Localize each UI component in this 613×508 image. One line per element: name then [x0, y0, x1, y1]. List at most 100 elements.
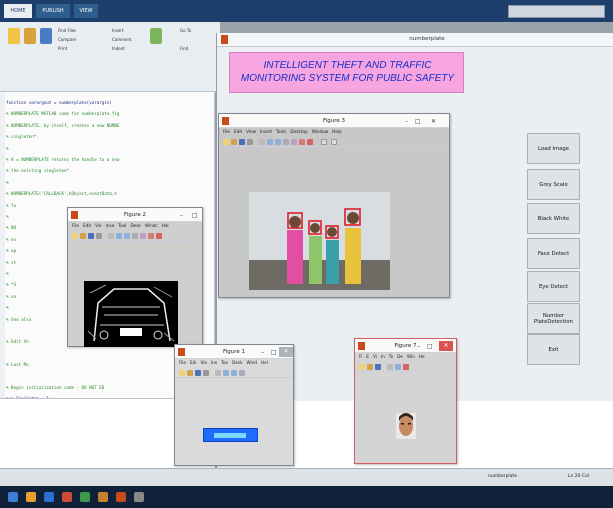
colorbar-icon[interactable]: [321, 139, 327, 145]
menu-help[interactable]: He: [419, 354, 425, 359]
menu-insert[interactable]: Ins: [211, 360, 217, 365]
maximize-icon[interactable]: □: [271, 349, 277, 356]
save-icon[interactable]: [88, 233, 94, 239]
app-icon[interactable]: [134, 492, 144, 502]
grey-scale-button[interactable]: Grey Scale: [527, 169, 580, 200]
save-icon[interactable]: [375, 364, 381, 370]
pointer-icon[interactable]: [215, 370, 221, 376]
store-icon[interactable]: [80, 492, 90, 502]
menu-tools[interactable]: Tools: [276, 129, 286, 134]
find-files-button[interactable]: Find Files: [58, 28, 76, 33]
print-button[interactable]: Print: [58, 46, 67, 51]
find-button[interactable]: Find: [180, 46, 188, 51]
menu-edit[interactable]: Edit: [234, 129, 242, 134]
menu-file[interactable]: File: [72, 223, 79, 228]
media-icon[interactable]: [62, 492, 72, 502]
pan-icon[interactable]: [132, 233, 138, 239]
menu-view[interactable]: Vi: [373, 354, 377, 359]
zoom-in-icon[interactable]: [116, 233, 122, 239]
tab-home[interactable]: HOME: [4, 4, 32, 18]
menu-file[interactable]: File: [223, 129, 230, 134]
open-icon[interactable]: [367, 364, 373, 370]
pointer-icon[interactable]: [387, 364, 393, 370]
indent-button[interactable]: Indent: [112, 46, 125, 51]
close-icon[interactable]: ✕: [431, 118, 436, 125]
menu-insert[interactable]: Inse: [106, 223, 115, 228]
menu-tools[interactable]: To: [389, 354, 393, 359]
face-detect-button[interactable]: Face Detect: [527, 238, 580, 269]
menu-insert[interactable]: In: [381, 354, 385, 359]
minimize-icon[interactable]: –: [405, 118, 408, 125]
rotate-icon[interactable]: [140, 233, 146, 239]
menu-desktop[interactable]: De: [397, 354, 403, 359]
menu-window[interactable]: Windc: [145, 223, 158, 228]
comment-button[interactable]: Comment: [112, 37, 132, 42]
black-white-button[interactable]: Black White: [527, 203, 580, 234]
maximize-icon[interactable]: □: [427, 343, 433, 350]
matlab-icon[interactable]: [116, 492, 126, 502]
search-documentation-input[interactable]: [508, 5, 605, 18]
menu-help[interactable]: Hel: [162, 223, 169, 228]
insert-button[interactable]: Insert: [112, 28, 123, 33]
menu-window[interactable]: Win: [407, 354, 415, 359]
print-icon[interactable]: [96, 233, 102, 239]
menu-desktop[interactable]: Desk: [130, 223, 140, 228]
maximize-icon[interactable]: □: [192, 212, 198, 219]
tab-view[interactable]: VIEW: [74, 4, 98, 18]
menu-window[interactable]: Wind: [246, 360, 257, 365]
new-figure-icon[interactable]: [72, 233, 78, 239]
brush-icon[interactable]: [156, 233, 162, 239]
number-plate-detection-button[interactable]: Number PlateDetection: [527, 303, 580, 334]
save-icon[interactable]: [195, 370, 201, 376]
menu-tools[interactable]: Tool: [118, 223, 126, 228]
open-file-icon[interactable]: [24, 28, 36, 44]
save-file-icon[interactable]: [40, 28, 52, 44]
brush-icon[interactable]: [307, 139, 313, 145]
run-icon[interactable]: [150, 28, 162, 44]
folder-icon[interactable]: [98, 492, 108, 502]
print-icon[interactable]: [247, 139, 253, 145]
menu-view[interactable]: Vie: [95, 223, 102, 228]
save-icon[interactable]: [239, 139, 245, 145]
compare-button[interactable]: Compare: [58, 37, 76, 42]
close-icon[interactable]: ✕: [439, 341, 453, 351]
menu-view[interactable]: View: [246, 129, 256, 134]
maximize-icon[interactable]: □: [415, 118, 421, 125]
menu-file[interactable]: File: [179, 360, 186, 365]
menu-file[interactable]: Fi: [359, 354, 362, 359]
menu-view[interactable]: Vie: [200, 360, 207, 365]
open-icon[interactable]: [231, 139, 237, 145]
goto-button[interactable]: Go To: [180, 28, 191, 33]
menu-tools[interactable]: Too: [221, 360, 228, 365]
legend-icon[interactable]: [331, 139, 337, 145]
new-figure-icon[interactable]: [359, 364, 365, 370]
eye-detect-button[interactable]: Eye Detect: [527, 271, 580, 302]
brush-icon[interactable]: [403, 364, 409, 370]
pan-icon[interactable]: [239, 370, 245, 376]
pointer-icon[interactable]: [108, 233, 114, 239]
zoom-out-icon[interactable]: [275, 139, 281, 145]
menu-edit[interactable]: Edi: [190, 360, 196, 365]
zoom-in-icon[interactable]: [223, 370, 229, 376]
menu-desktop[interactable]: Desktop: [290, 129, 307, 134]
load-image-button[interactable]: Load Image: [527, 133, 580, 164]
menu-help[interactable]: Hel: [261, 360, 268, 365]
zoom-out-icon[interactable]: [124, 233, 130, 239]
menu-edit[interactable]: E: [366, 354, 369, 359]
zoom-in-icon[interactable]: [395, 364, 401, 370]
zoom-in-icon[interactable]: [267, 139, 273, 145]
zoom-out-icon[interactable]: [231, 370, 237, 376]
close-icon[interactable]: ✕: [279, 347, 293, 357]
datacursor-icon[interactable]: [148, 233, 154, 239]
menu-window[interactable]: Window: [312, 129, 329, 134]
minimize-icon[interactable]: –: [180, 212, 183, 219]
rotate-icon[interactable]: [291, 139, 297, 145]
menu-insert[interactable]: Insert: [260, 129, 272, 134]
print-icon[interactable]: [203, 370, 209, 376]
open-icon[interactable]: [80, 233, 86, 239]
menu-help[interactable]: Help: [332, 129, 342, 134]
new-figure-icon[interactable]: [179, 370, 185, 376]
mail-icon[interactable]: [44, 492, 54, 502]
datacursor-icon[interactable]: [299, 139, 305, 145]
new-file-icon[interactable]: [8, 28, 20, 44]
